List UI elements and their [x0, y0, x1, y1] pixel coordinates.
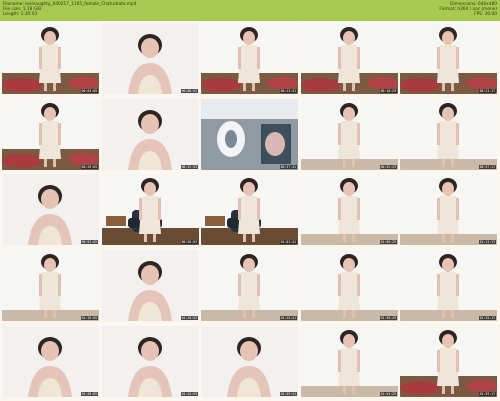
thumbnail[interactable]: 00:52:05: [2, 174, 99, 245]
thumbnail[interactable]: 01:49:41: [201, 326, 298, 397]
timestamp-label: 01:06:29: [379, 240, 397, 244]
thumbnail[interactable]: 01:11:17: [400, 174, 497, 245]
thumbnail[interactable]: 01:54:29: [301, 326, 398, 397]
timestamp-label: 00:47:17: [478, 165, 496, 169]
thumbnail-image: [102, 99, 199, 170]
thumbnail-image: [400, 250, 497, 321]
thumbnail-image: [201, 326, 298, 397]
timestamp-label: 00:18:29: [379, 89, 397, 93]
thumbnail[interactable]: 01:30:29: [301, 250, 398, 321]
thumbnail-image: [102, 23, 199, 94]
timestamp-label: 01:20:53: [180, 316, 198, 320]
thumbnail[interactable]: 00:37:41: [201, 99, 298, 170]
timestamp-label: 00:42:29: [379, 165, 397, 169]
thumbnail[interactable]: 01:20:53: [102, 250, 199, 321]
thumbnail-image: [201, 250, 298, 321]
thumbnail[interactable]: 00:04:05: [2, 23, 99, 94]
thumbnail-image: [301, 326, 398, 397]
timestamp-label: 01:49:41: [279, 392, 297, 396]
timestamp-label: 01:25:41: [279, 316, 297, 320]
thumbnail[interactable]: 01:35:17: [400, 250, 497, 321]
timestamp-label: 01:54:29: [379, 392, 397, 396]
timestamp-label: 00:23:17: [478, 89, 496, 93]
thumbnail[interactable]: 00:18:29: [301, 23, 398, 94]
thumbnail[interactable]: 01:16:05: [2, 250, 99, 321]
thumbnail-image: [301, 23, 398, 94]
thumbnail[interactable]: 00:42:29: [301, 99, 398, 170]
thumbnail-image: [102, 250, 199, 321]
thumbnail-image: [400, 99, 497, 170]
timestamp-label: 00:37:41: [279, 165, 297, 169]
thumbnail[interactable]: 00:56:53: [102, 174, 199, 245]
thumbnail-image: [301, 99, 398, 170]
thumbnail-image: [102, 174, 199, 245]
thumbnail-image: [2, 174, 99, 245]
timestamp-label: 01:30:29: [379, 316, 397, 320]
timestamp-label: 01:16:05: [80, 316, 98, 320]
thumbnail[interactable]: 00:13:41: [201, 23, 298, 94]
timestamp-label: 00:56:53: [180, 240, 198, 244]
thumbnail-image: [2, 326, 99, 397]
timestamp-label: 01:01:41: [279, 240, 297, 244]
thumbnail-image: [201, 23, 298, 94]
thumbnail[interactable]: 01:01:41: [201, 174, 298, 245]
thumbnail-image: [2, 250, 99, 321]
thumbnail-image: [400, 174, 497, 245]
timestamp-label: 00:52:05: [80, 240, 98, 244]
thumbnail-image: [201, 99, 298, 170]
thumbnail[interactable]: 01:44:53: [102, 326, 199, 397]
timestamp-label: 00:08:53: [180, 89, 198, 93]
thumbnail[interactable]: 01:40:05: [2, 326, 99, 397]
thumbnail-image: [201, 174, 298, 245]
thumbnail[interactable]: 00:08:53: [102, 23, 199, 94]
thumbnail-image: [301, 174, 398, 245]
timestamp-label: 00:32:53: [180, 165, 198, 169]
thumbnail-image: [2, 99, 99, 170]
thumbnail[interactable]: 00:23:17: [400, 23, 497, 94]
thumbnail-image: [102, 326, 199, 397]
timestamp-label: 01:35:17: [478, 316, 496, 320]
timestamp-label: 00:28:05: [80, 165, 98, 169]
thumbnail-image: [400, 326, 497, 397]
thumbnail-image: [400, 23, 497, 94]
thumbnail[interactable]: 01:25:41: [201, 250, 298, 321]
timestamp-label: 01:40:05: [80, 392, 98, 396]
thumbnail-image: [301, 250, 398, 321]
thumbnail[interactable]: 00:47:17: [400, 99, 497, 170]
thumbnail[interactable]: 00:28:05: [2, 99, 99, 170]
thumbnail-grid: 00:04:05 00:08:53 00:13:41 00:18:29 00:23:17…: [0, 0, 500, 401]
timestamp-label: 00:13:41: [279, 89, 297, 93]
thumbnail[interactable]: 01:59:17: [400, 326, 497, 397]
thumbnail[interactable]: 01:06:29: [301, 174, 398, 245]
timestamp-label: 00:04:05: [80, 89, 98, 93]
timestamp-label: 01:44:53: [180, 392, 198, 396]
thumbnail-image: [2, 23, 99, 94]
thumbnail[interactable]: 00:32:53: [102, 99, 199, 170]
timestamp-label: 01:59:17: [478, 392, 496, 396]
timestamp-label: 01:11:17: [478, 240, 496, 244]
